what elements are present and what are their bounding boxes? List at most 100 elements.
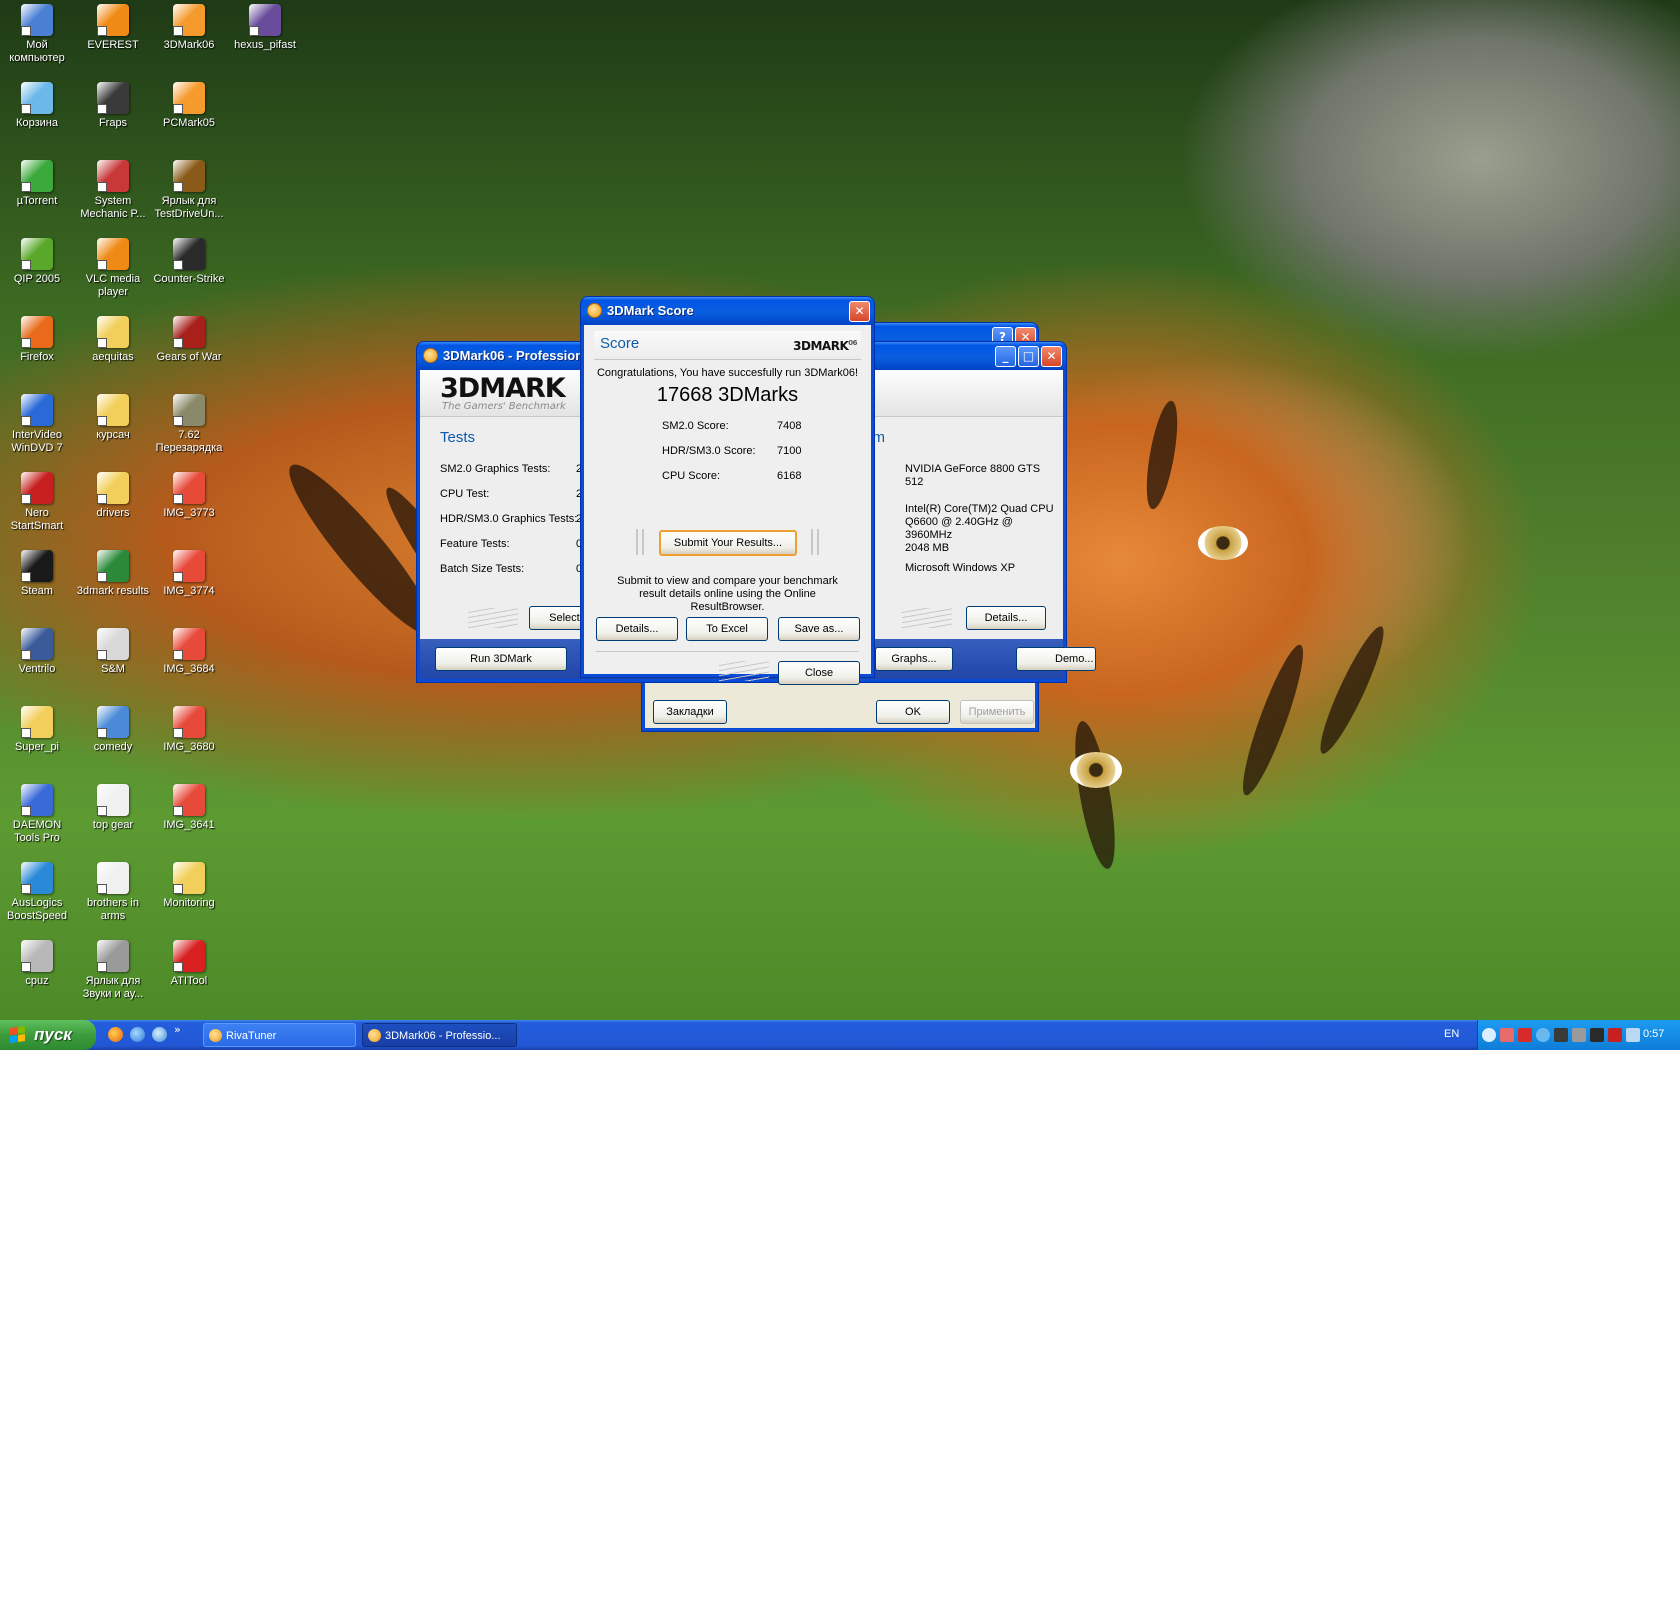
desktop-icon[interactable]: top gear [76, 784, 150, 832]
desktop-icon[interactable]: Counter-Strike [152, 238, 226, 286]
3dmark-app-icon [423, 348, 438, 363]
desktop-icon[interactable]: Fraps [76, 82, 150, 130]
language-indicator[interactable]: EN [1444, 1028, 1459, 1040]
maximize-button[interactable]: □ [1018, 346, 1039, 367]
desktop-icon[interactable]: drivers [76, 472, 150, 520]
desktop-icon[interactable]: hexus_pifast [228, 4, 302, 52]
system-details-button[interactable]: Details... [966, 606, 1046, 630]
desktop-icon-label: µTorrent [16, 195, 58, 207]
desktop-icon[interactable]: IMG_3684 [152, 628, 226, 676]
desktop-icon[interactable]: IMG_3680 [152, 706, 226, 754]
tray-winamp-icon[interactable] [1590, 1028, 1604, 1042]
desktop-icon[interactable]: Nero StartSmart [0, 472, 74, 533]
desktop-icon[interactable]: QIP 2005 [0, 238, 74, 286]
messenger-icon[interactable] [130, 1027, 145, 1042]
desktop-icon-label: top gear [92, 819, 134, 831]
desktop-icon[interactable]: Super_pi [0, 706, 74, 754]
desktop-icon[interactable]: S&M [76, 628, 150, 676]
score-details-button[interactable]: Details... [596, 617, 678, 641]
run-3dmark-button[interactable]: Run 3DMark [435, 647, 567, 671]
desktop-icon[interactable]: Ярлык для TestDriveUn... [152, 160, 226, 221]
desktop-icon[interactable]: aequitas [76, 316, 150, 364]
demo-button[interactable]: Demo... [1016, 647, 1096, 671]
ok-button[interactable]: OK [876, 700, 950, 724]
close-button[interactable]: ✕ [1041, 346, 1062, 367]
desktop-icon[interactable]: Мой компьютер [0, 4, 74, 65]
quick-launch-more-icon[interactable]: » [174, 1023, 181, 1036]
firefox-icon[interactable] [108, 1027, 123, 1042]
desktop-icon[interactable]: Firefox [0, 316, 74, 364]
start-button[interactable]: пуск [0, 1020, 96, 1050]
desktop-icon-image [173, 862, 205, 894]
desktop-icon[interactable]: IMG_3641 [152, 784, 226, 832]
bookmarks-button[interactable]: Закладки [653, 700, 727, 724]
desktop-icon[interactable]: ATITool [152, 940, 226, 988]
desktop-icon[interactable]: курсач [76, 394, 150, 442]
desktop-icon[interactable]: cpuz [0, 940, 74, 988]
tray-fraps-icon[interactable] [1554, 1028, 1568, 1042]
3dmark-score-window[interactable]: 3DMark Score ✕ Score 3DMARK06 Congratula… [580, 296, 875, 685]
desktop-icon-image [173, 784, 205, 816]
desktop-icon[interactable]: Monitoring [152, 862, 226, 910]
desktop-icon[interactable]: IMG_3774 [152, 550, 226, 598]
windows-flag-icon [10, 1026, 26, 1044]
close-button[interactable]: ✕ [849, 301, 870, 322]
clock[interactable]: 0:57 [1643, 1028, 1664, 1040]
ie-icon[interactable] [152, 1027, 167, 1042]
desktop-icon-label: System Mechanic P... [80, 195, 146, 220]
tray-messenger-icon[interactable] [1536, 1028, 1550, 1042]
desktop-icon[interactable]: EVEREST [76, 4, 150, 52]
desktop-icon-image [97, 706, 129, 738]
desktop-icon[interactable]: Gears of War [152, 316, 226, 364]
to-excel-button[interactable]: To Excel [686, 617, 768, 641]
desktop-icon[interactable]: brothers in arms [76, 862, 150, 923]
submit-results-button[interactable]: Submit Your Results... [659, 530, 797, 556]
wallpaper-stripe [1311, 621, 1393, 759]
desktop-icon[interactable]: 7.62 Перезарядка [152, 394, 226, 455]
test-label: HDR/SM3.0 Graphics Tests: [440, 513, 578, 525]
grip-decoration [719, 661, 769, 681]
desktop-icon-label: DAEMON Tools Pro [12, 819, 62, 844]
desktop-icon[interactable]: Корзина [0, 82, 74, 130]
desktop-icon-label: PCMark05 [163, 117, 215, 129]
tray-arrow-icon[interactable] [1482, 1028, 1496, 1042]
desktop-icon[interactable]: DAEMON Tools Pro [0, 784, 74, 845]
desktop-icon[interactable]: comedy [76, 706, 150, 754]
tray-language-icon[interactable] [1608, 1028, 1622, 1042]
tray-tool-icon[interactable] [1572, 1028, 1586, 1042]
desktop-icon[interactable]: PCMark05 [152, 82, 226, 130]
desktop-icon[interactable]: InterVideo WinDVD 7 [0, 394, 74, 455]
start-label: пуск [34, 1025, 72, 1044]
taskbar-task-button[interactable]: RivaTuner [203, 1023, 356, 1047]
score-close-button[interactable]: Close [778, 661, 860, 685]
desktop-icon[interactable]: VLC media player [76, 238, 150, 299]
desktop-icon-image [173, 160, 205, 192]
graphs-button[interactable]: Graphs... [875, 647, 953, 671]
save-as-button[interactable]: Save as... [778, 617, 860, 641]
desktop-icon[interactable]: 3DMark06 [152, 4, 226, 52]
taskbar-task-button[interactable]: 3DMark06 - Professio... [362, 1023, 517, 1047]
desktop-icon-image [173, 394, 205, 426]
wallpaper-stripe [1067, 718, 1123, 872]
taskbar: пуск » RivaTuner 3DMark06 - Professio... … [0, 1020, 1680, 1050]
desktop-icon[interactable]: System Mechanic P... [76, 160, 150, 221]
desktop-icon-label: comedy [93, 741, 133, 753]
desktop-icon-label: EVEREST [87, 39, 139, 51]
desktop-icon[interactable]: µTorrent [0, 160, 74, 208]
desktop-icon[interactable]: IMG_3773 [152, 472, 226, 520]
desktop-icon[interactable]: 3dmark results [76, 550, 150, 598]
desktop-icon[interactable]: Ventrilo [0, 628, 74, 676]
desktop-icon-label: Ярлык для Звуки и ау... [82, 975, 144, 1000]
desktop-icon-label: Мой компьютер [9, 39, 65, 64]
tray-network-icon[interactable] [1500, 1028, 1514, 1042]
apply-button[interactable]: Применить [960, 700, 1034, 724]
desktop-icon[interactable]: Steam [0, 550, 74, 598]
desktop-icon[interactable]: AusLogics BoostSpeed [0, 862, 74, 923]
desktop-icon-image [21, 394, 53, 426]
tray-monitor-icon[interactable] [1626, 1028, 1640, 1042]
desktop-icon[interactable]: Ярлык для Звуки и ау... [76, 940, 150, 1001]
score-window-titlebar[interactable]: 3DMark Score [581, 297, 874, 325]
tray-kaspersky-icon[interactable] [1518, 1028, 1532, 1042]
desktop-icon-image [173, 316, 205, 348]
minimize-button[interactable]: _ [995, 346, 1016, 367]
